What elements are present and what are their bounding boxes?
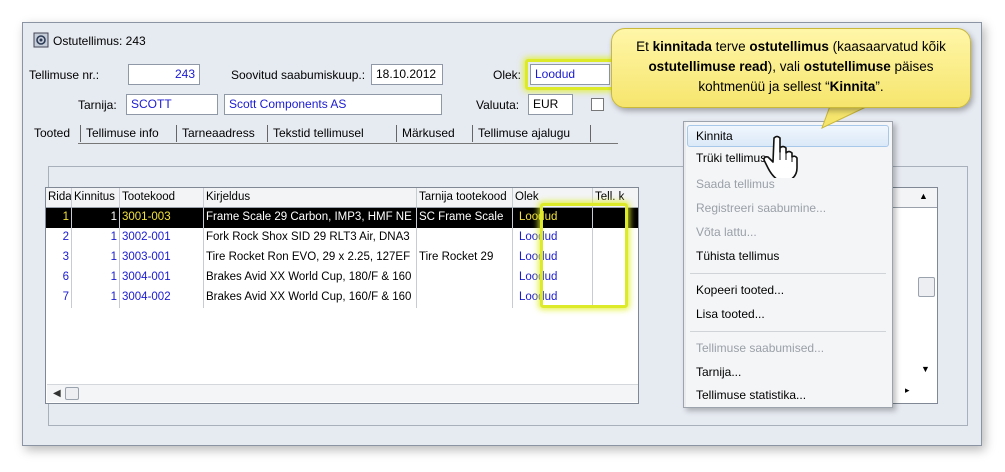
menu-item-kinnita[interactable]: Kinnita (696, 126, 733, 146)
tab-tellimuse-info[interactable]: Tellimuse info (86, 126, 159, 140)
menu-item-tarnija[interactable]: Tarnija... (696, 362, 741, 382)
menu-item-tellimuse-saabumised[interactable]: Tellimuse saabumised... (696, 338, 824, 358)
window-title: Ostutellimus: 243 (53, 34, 146, 48)
col-rida[interactable]: Rida (46, 188, 72, 208)
tab-tarneaadress[interactable]: Tarneaadress (182, 126, 255, 140)
scroll-left-icon[interactable]: ◀ (53, 388, 61, 399)
scroll-right-icon[interactable]: ▸ (905, 385, 910, 396)
status-label: Olek: (493, 68, 522, 82)
callout-text-part: ostutellimuse (803, 59, 891, 74)
instruction-callout: Et kinnitada terve ostutellimus (kaasaar… (611, 28, 971, 108)
order-no-label: Tellimuse nr.: (29, 68, 100, 82)
vertical-scroll-thumb[interactable] (918, 277, 935, 297)
hand-pointer-icon (763, 135, 798, 178)
tab-tooted[interactable]: Tooted (34, 126, 70, 140)
currency-label: Valuuta: (476, 98, 520, 112)
menu-item-tuhista-tellimus[interactable]: Tühista tellimus (696, 246, 779, 266)
col-kinnitus[interactable]: Kinnitus (72, 188, 120, 208)
scroll-up-icon[interactable]: ▲ (919, 191, 928, 201)
callout-text-part: kinnitada (652, 39, 712, 54)
callout-text-part: ”. (875, 79, 884, 94)
tab-ajalugu[interactable]: Tellimuse ajalugu (478, 126, 570, 140)
callout-text-part: ), vali (767, 59, 804, 74)
col-kirjeldus[interactable]: Kirjeldus (204, 188, 417, 208)
callout-text-part: ostutellimuse read (648, 59, 768, 74)
callout-text-part: terve (711, 39, 750, 54)
menu-item-kopeeri-tooted[interactable]: Kopeeri tooted... (696, 280, 784, 300)
arrival-date-field[interactable]: 18.10.2012 (371, 64, 443, 85)
col-tootekood[interactable]: Tootekood (120, 188, 204, 208)
callout-text-part: ostutellimus (749, 39, 829, 54)
tab-markused[interactable]: Märkused (402, 126, 455, 140)
callout-text: Et kinnitada terve ostutellimus (kaasaar… (636, 39, 946, 94)
menu-item-tellimuse-statistika[interactable]: Tellimuse statistika... (696, 385, 806, 405)
supplier-name-field: Scott Components AS (224, 94, 442, 115)
callout-text-part: (kaasaarvatud kõik (828, 39, 946, 54)
order-no-field[interactable]: 243 (128, 64, 200, 85)
olek-column-highlight (540, 203, 628, 308)
option-checkbox[interactable] (591, 98, 604, 111)
scroll-thumb[interactable] (65, 387, 79, 400)
scroll-down-icon[interactable]: ▼ (921, 364, 930, 374)
callout-text-part: Et (636, 39, 653, 54)
horizontal-scrollbar[interactable]: ◀ (47, 384, 638, 402)
order-window-icon (33, 32, 49, 48)
menu-separator (690, 331, 886, 332)
callout-text-part: Kinnita (829, 79, 876, 94)
menu-item-vota-lattu[interactable]: Võta lattu... (696, 222, 757, 242)
arrival-date-label: Soovitud saabumiskuup.: (231, 68, 366, 82)
currency-field[interactable]: EUR (528, 94, 573, 115)
menu-item-registreeri-saabumine[interactable]: Registreeri saabumine... (696, 198, 826, 218)
col-tarnija-tootekood[interactable]: Tarnija tootekood (417, 188, 513, 208)
supplier-label: Tarnija: (78, 98, 117, 112)
status-highlight (525, 59, 615, 90)
menu-separator (690, 273, 886, 274)
menu-item-truki-tellimus[interactable]: Trüki tellimus (696, 148, 766, 168)
menu-item-lisa-tooted[interactable]: Lisa tooted... (696, 304, 765, 324)
supplier-code-field[interactable]: SCOTT (126, 94, 218, 115)
tab-tekstid[interactable]: Tekstid tellimusel (273, 126, 364, 140)
